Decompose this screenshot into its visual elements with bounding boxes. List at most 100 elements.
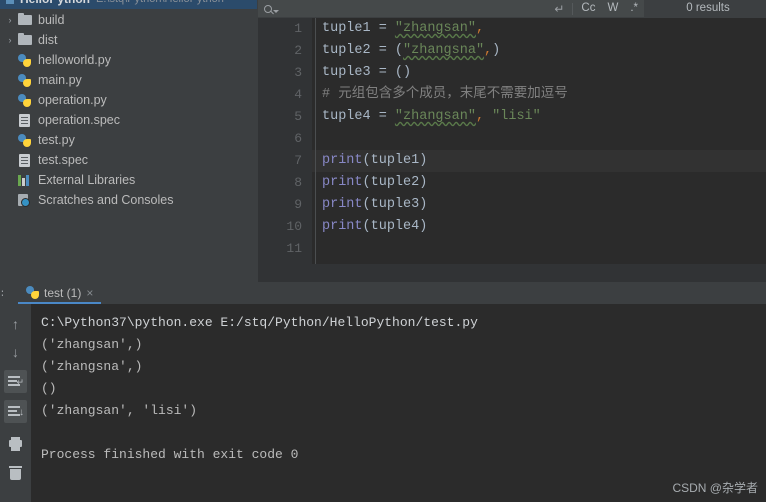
search-icon[interactable]: [258, 4, 284, 13]
tree-item-operation-py[interactable]: operation.py: [0, 90, 257, 110]
code-text: tuple4 = "zhangsan", "lisi": [322, 106, 541, 128]
tree-item-label: operation.py: [38, 93, 107, 107]
code-line-1[interactable]: 1 tuple1 = "zhangsan",: [258, 18, 766, 40]
scroll-to-end-button[interactable]: ↓: [4, 400, 27, 423]
tree-item-helloworld-py[interactable]: helloworld.py: [0, 50, 257, 70]
code-line-11[interactable]: 11: [258, 238, 766, 260]
code-token: tuple2: [322, 43, 379, 58]
code-line-7[interactable]: 7 print(tuple1): [258, 150, 766, 172]
soft-wrap-button[interactable]: ↵: [4, 370, 27, 393]
code-token: ,: [484, 43, 493, 58]
console-output-line: ('zhangsan',): [41, 337, 143, 352]
code-line-4[interactable]: 4 # 元组包含多个成员，末尾不需要加逗号: [258, 84, 766, 106]
pycharm-window: HelloPython E:\stq\Python\HelloPython › b…: [0, 0, 766, 502]
line-number: 1: [294, 21, 302, 36]
code-token: =: [378, 21, 395, 36]
code-token: # 元组包含多个成员，末尾不需要加逗号: [322, 87, 568, 102]
code-token: print: [322, 175, 363, 190]
tree-item-label: test.py: [38, 133, 75, 147]
run-tab-label: test (1): [44, 285, 82, 300]
code-text: print(tuple1): [322, 150, 427, 172]
code-token: print: [322, 197, 363, 212]
whole-words-toggle[interactable]: W: [601, 0, 624, 17]
python-file-icon: [16, 72, 34, 88]
project-header[interactable]: HelloPython E:\stq\Python\HelloPython: [0, 0, 257, 9]
code-token: ,: [475, 109, 485, 124]
close-icon[interactable]: ×: [86, 286, 93, 300]
code-token: print: [322, 219, 363, 234]
code-line-2[interactable]: 2 tuple2 = ("zhangsna",): [258, 40, 766, 62]
code-token: (tuple4): [362, 219, 428, 234]
run-tab-test[interactable]: test (1) ×: [18, 283, 102, 304]
code-token: "lisi": [492, 109, 541, 124]
tree-item-label: helloworld.py: [38, 53, 111, 67]
code-token: tuple4: [322, 109, 379, 124]
search-field[interactable]: ↵ Cc W .*: [258, 0, 644, 17]
code-token: print: [322, 153, 363, 168]
project-file-tree[interactable]: › build › dist helloworld.py main.py operation…: [0, 10, 257, 210]
code-token: tuple1: [322, 21, 379, 36]
results-count: 0 results: [686, 2, 730, 14]
console-output[interactable]: C:\Python37\python.exe E:/stq/Python/Hel…: [31, 304, 766, 502]
line-number: 5: [294, 109, 302, 124]
code-line-6[interactable]: 6: [258, 128, 766, 150]
regex-toggle[interactable]: .*: [624, 0, 644, 17]
enter-icon[interactable]: ↵: [548, 2, 570, 16]
code-token: (tuple3): [362, 197, 428, 212]
collapse-icon[interactable]: ∶: [1, 287, 4, 300]
clear-all-button[interactable]: [4, 462, 27, 485]
code-line-10[interactable]: 10 print(tuple4): [258, 216, 766, 238]
tree-item-test-py[interactable]: test.py: [0, 130, 257, 150]
code-text: # 元组包含多个成员，末尾不需要加逗号: [322, 84, 568, 106]
tree-item-operation-spec[interactable]: operation.spec: [0, 110, 257, 130]
expand-chevron-icon[interactable]: ›: [4, 30, 16, 50]
line-number: 7: [294, 153, 302, 168]
tree-item-label: Scratches and Consoles: [38, 193, 174, 207]
console-command-line: C:\Python37\python.exe E:/stq/Python/Hel…: [41, 315, 478, 330]
tree-item-label: build: [38, 13, 65, 27]
folder-icon: [16, 12, 34, 28]
run-console: ↑ ↓ ↵ ↓ C:\Python37\python.exe E:/stq/Pytho…: [0, 304, 766, 502]
code-line-8[interactable]: 8 print(tuple2): [258, 172, 766, 194]
match-case-toggle[interactable]: Cc: [575, 0, 601, 17]
folder-icon: [16, 32, 34, 48]
code-token: (: [394, 43, 404, 58]
spec-file-icon: [16, 152, 34, 168]
scroll-down-button[interactable]: ↓: [4, 340, 27, 363]
tree-item-external-libraries[interactable]: External Libraries: [0, 170, 257, 190]
library-icon: [16, 172, 34, 188]
code-text: tuple2 = ("zhangsna",): [322, 40, 500, 62]
print-button[interactable]: [4, 432, 27, 455]
project-path: E:\stq\Python\HelloPython: [96, 0, 224, 5]
console-output-line: (): [41, 381, 57, 396]
code-line-3[interactable]: 3 tuple3 = (): [258, 62, 766, 84]
console-output-line: ('zhangsan', 'lisi'): [41, 403, 198, 418]
code-text: tuple3 = (): [322, 62, 411, 84]
tree-item-label: operation.spec: [38, 113, 121, 127]
code-line-5[interactable]: 5 tuple4 = "zhangsan", "lisi": [258, 106, 766, 128]
code-line-9[interactable]: 9 print(tuple3): [258, 194, 766, 216]
tree-item-label: External Libraries: [38, 173, 136, 187]
scroll-up-button[interactable]: ↑: [4, 312, 27, 335]
project-title: HelloPython: [20, 0, 90, 5]
line-number: 2: [294, 43, 302, 58]
code-token: (tuple1): [362, 153, 428, 168]
tree-item-main-py[interactable]: main.py: [0, 70, 257, 90]
code-token: ,: [475, 21, 485, 36]
line-number: 8: [294, 175, 302, 190]
tree-item-build[interactable]: › build: [0, 10, 257, 30]
toolbar-divider: [572, 2, 574, 15]
tree-item-test-spec[interactable]: test.spec: [0, 150, 257, 170]
code-text: print(tuple3): [322, 194, 427, 216]
line-number: 9: [294, 197, 302, 212]
scratches-icon: [16, 192, 34, 208]
tree-item-scratches-and-consoles[interactable]: Scratches and Consoles: [0, 190, 257, 210]
console-toolbar: ↑ ↓ ↵ ↓: [0, 304, 31, 502]
code-text: print(tuple4): [322, 216, 427, 238]
expand-chevron-icon[interactable]: ›: [4, 10, 16, 30]
code-editor[interactable]: 1 tuple1 = "zhangsan", 2 tuple2 = ("zhangsn…: [258, 18, 766, 282]
project-folder-icon: [6, 0, 14, 4]
tree-item-dist[interactable]: › dist: [0, 30, 257, 50]
